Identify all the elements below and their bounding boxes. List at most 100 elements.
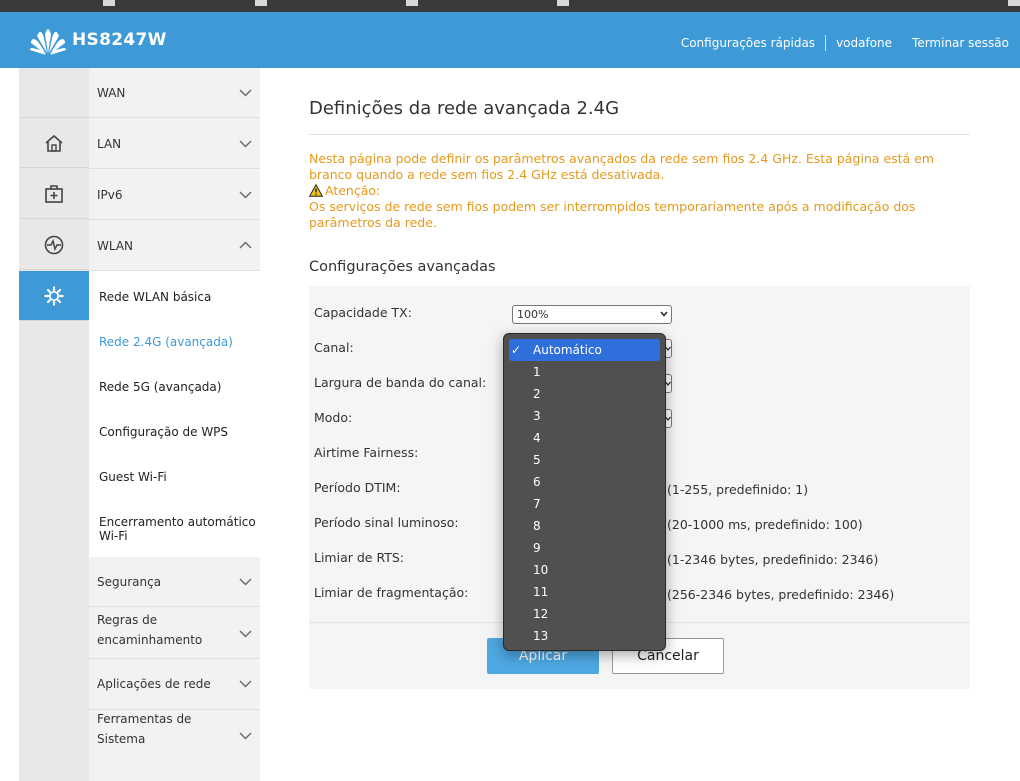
chevron-down-icon — [239, 89, 252, 97]
submenu-24g-advanced[interactable]: Rede 2.4G (avançada) — [99, 335, 233, 349]
menu-network-apps[interactable]: Aplicações de rede — [89, 660, 260, 710]
channel-option-auto[interactable]: ✓ Automático — [509, 339, 660, 361]
rail-item-maintenance[interactable] — [19, 169, 89, 219]
bandwidth-select[interactable] — [665, 374, 672, 393]
mode-select[interactable] — [665, 409, 672, 428]
dtim-label: Período DTIM: — [314, 480, 401, 495]
channel-option-9[interactable]: 9 — [509, 537, 660, 559]
pulse-monitor-icon — [44, 235, 64, 254]
menu-label: Aplicações de rede — [97, 677, 211, 691]
channel-select[interactable] — [665, 339, 672, 358]
first-aid-kit-icon — [45, 184, 63, 203]
menu-lan[interactable]: LAN — [89, 119, 260, 169]
submenu-wps[interactable]: Configuração de WPS — [99, 425, 228, 439]
submenu-auto-shutdown[interactable]: Encerramento automático Wi-Fi — [99, 515, 256, 543]
header-nav: Configurações rápidas vodafone Terminar … — [681, 35, 1009, 51]
tab-marker — [406, 0, 418, 6]
chevron-down-icon — [239, 680, 252, 688]
nav-divider — [825, 35, 827, 51]
channel-label: Canal: — [314, 340, 354, 355]
menu-wan[interactable]: WAN — [89, 68, 260, 118]
submenu-label-line: Encerramento automático — [99, 515, 256, 529]
chevron-down-icon — [239, 578, 252, 586]
menu-label: Segurança — [97, 575, 162, 589]
wlan-submenu: Rede WLAN básica Rede 2.4G (avançada) Re… — [89, 271, 260, 557]
chevron-up-icon — [239, 241, 252, 249]
menu-forwarding-rules[interactable]: Regras de encaminhamento — [89, 608, 260, 659]
huawei-logo-icon — [30, 29, 66, 55]
logout-link[interactable]: Terminar sessão — [912, 36, 1009, 50]
menu-label: IPv6 — [97, 188, 123, 202]
menu-label: WLAN — [97, 239, 134, 253]
channel-option-11[interactable]: 11 — [509, 581, 660, 603]
device-model-title: HS8247W — [72, 30, 167, 50]
checkmark-icon: ✓ — [511, 343, 522, 357]
option-label: Automático — [533, 343, 602, 357]
beacon-label: Período sinal luminoso: — [314, 515, 459, 530]
chevron-down-icon — [660, 311, 668, 317]
channel-option-1[interactable]: 1 — [509, 361, 660, 383]
tx-capacity-label: Capacidade TX: — [314, 305, 412, 320]
info-note: Nesta página pode definir os parâmetros … — [309, 151, 934, 231]
tab-marker — [1008, 0, 1020, 6]
section-title: Configurações avançadas — [309, 259, 496, 275]
warning-line: Os serviços de rede sem fios podem ser i… — [309, 199, 916, 214]
channel-option-12[interactable]: 12 — [509, 603, 660, 625]
info-line: Nesta página pode definir os parâmetros … — [309, 151, 934, 166]
submenu-wlan-basic[interactable]: Rede WLAN básica — [99, 290, 211, 304]
rail-item-settings[interactable] — [19, 271, 98, 321]
fragmentation-label: Limiar de fragmentação: — [314, 585, 469, 600]
chevron-down-icon — [239, 140, 252, 148]
menu-label-line: Ferramentas de — [97, 712, 192, 726]
channel-option-8[interactable]: 8 — [509, 515, 660, 537]
menu-label-line: Sistema — [97, 732, 146, 746]
channel-option-10[interactable]: 10 — [509, 559, 660, 581]
chevron-down-icon — [239, 732, 252, 740]
channel-dropdown-list[interactable]: ✓ Automático 1 2 3 4 5 6 7 8 9 10 11 12 … — [503, 333, 666, 651]
warning-line: parâmetros da rede. — [309, 215, 437, 230]
rts-label: Limiar de RTS: — [314, 550, 405, 565]
submenu-label-line: Wi-Fi — [99, 529, 128, 543]
submenu-guest-wifi[interactable]: Guest Wi-Fi — [99, 470, 167, 484]
rail-item-status[interactable] — [19, 220, 89, 270]
menu-label-line: encaminhamento — [97, 633, 203, 647]
menu-label: Regras de encaminhamento — [97, 610, 202, 650]
channel-option-3[interactable]: 3 — [509, 405, 660, 427]
browser-top-strip — [0, 0, 1020, 12]
menu-wlan[interactable]: WLAN — [89, 221, 260, 271]
menu-label: LAN — [97, 137, 122, 151]
top-header: HS8247W Configurações rápidas vodafone T… — [0, 12, 1020, 68]
rts-hint: (1-2346 bytes, predefinido: 2346) — [667, 552, 879, 567]
submenu-5g-advanced[interactable]: Rede 5G (avançada) — [99, 380, 221, 394]
chevron-down-icon — [239, 630, 252, 638]
bandwidth-label: Largura de banda do canal: — [314, 375, 487, 390]
gear-icon — [44, 285, 64, 306]
page-title: Definições da rede avançada 2.4G — [309, 98, 620, 119]
channel-option-4[interactable]: 4 — [509, 427, 660, 449]
fragmentation-hint: (256-2346 bytes, predefinido: 2346) — [667, 587, 895, 602]
channel-option-6[interactable]: 6 — [509, 471, 660, 493]
mode-label: Modo: — [314, 410, 353, 425]
menu-security[interactable]: Segurança — [89, 557, 260, 607]
channel-option-7[interactable]: 7 — [509, 493, 660, 515]
menu-system-tools[interactable]: Ferramentas de Sistema — [89, 711, 260, 761]
settings-menu: WAN LAN IPv6 WLAN Rede WLAN básica Rede … — [89, 68, 260, 781]
operator-link[interactable]: vodafone — [836, 36, 892, 50]
airtime-fairness-label: Airtime Fairness: — [314, 445, 419, 460]
channel-option-2[interactable]: 2 — [509, 383, 660, 405]
menu-ipv6[interactable]: IPv6 — [89, 170, 260, 220]
tab-marker — [255, 0, 267, 6]
info-line: branco quando a rede sem fios 2.4 GHz es… — [309, 167, 665, 182]
tab-marker — [557, 0, 569, 6]
quick-config-link[interactable]: Configurações rápidas — [681, 36, 815, 50]
channel-option-13[interactable]: 13 — [509, 625, 660, 647]
tab-marker — [103, 0, 115, 6]
beacon-hint: (20-1000 ms, predefinido: 100) — [667, 517, 863, 532]
attention-line: Atenção: — [309, 183, 934, 199]
tx-capacity-select[interactable]: 100% — [512, 305, 672, 324]
rail-item-home[interactable] — [19, 118, 89, 168]
icon-rail — [19, 68, 98, 781]
channel-option-5[interactable]: 5 — [509, 449, 660, 471]
rail-spacer — [19, 68, 89, 118]
home-icon — [45, 134, 63, 152]
